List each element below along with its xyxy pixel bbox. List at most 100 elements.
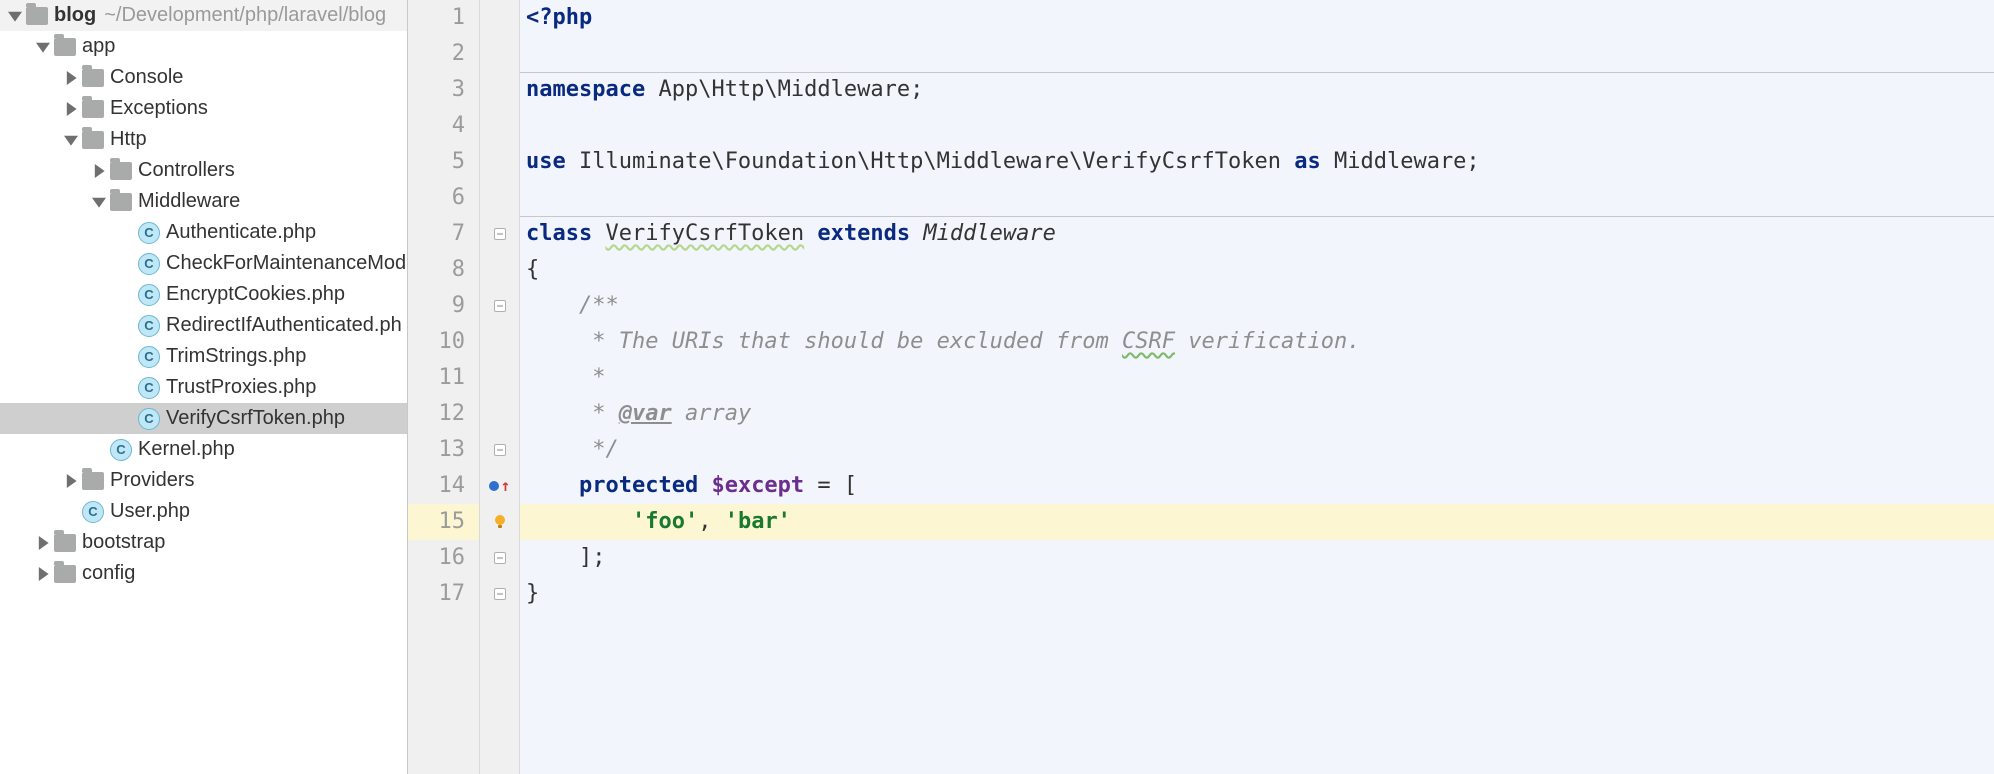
project-tree[interactable]: blog~/Development/php/laravel/blogappCon…	[0, 0, 408, 774]
line-number[interactable]: 1	[408, 0, 479, 36]
tree-folder[interactable]: Exceptions	[0, 93, 407, 124]
tree-file[interactable]: Kernel.php	[0, 434, 407, 465]
disclosure-triangle-icon	[120, 381, 134, 395]
code-line[interactable]: ];	[520, 540, 1994, 576]
code-line[interactable]: protected $except = [	[520, 468, 1994, 504]
tree-item-label: Providers	[110, 469, 194, 492]
line-number[interactable]: 2	[408, 36, 479, 72]
tree-file[interactable]: RedirectIfAuthenticated.ph	[0, 310, 407, 341]
tree-folder[interactable]: Controllers	[0, 155, 407, 186]
disclosure-triangle-icon	[120, 288, 134, 302]
line-number[interactable]: 5	[408, 144, 479, 180]
line-number[interactable]: 3	[408, 72, 479, 108]
fold-handle-icon[interactable]	[480, 216, 519, 252]
code-line[interactable]: *	[520, 360, 1994, 396]
fold-handle-icon[interactable]	[480, 288, 519, 324]
disclosure-triangle-icon[interactable]	[92, 164, 106, 178]
disclosure-triangle-icon[interactable]	[8, 9, 22, 23]
tree-file[interactable]: TrimStrings.php	[0, 341, 407, 372]
code-token: verification.	[1175, 329, 1360, 354]
tree-folder[interactable]: blog ~/Development/php/laravel/blog	[0, 0, 407, 31]
tree-file[interactable]: EncryptCookies.php	[0, 279, 407, 310]
tree-file[interactable]: CheckForMaintenanceMode	[0, 248, 407, 279]
tree-item-label: CheckForMaintenanceMode	[166, 252, 408, 275]
disclosure-triangle-icon[interactable]	[92, 195, 106, 209]
tree-file[interactable]: Authenticate.php	[0, 217, 407, 248]
code-area[interactable]: <?php namespace App\Http\Middleware; use I…	[520, 0, 1994, 774]
code-token: App\Http\Middleware;	[645, 77, 923, 102]
php-class-icon	[138, 253, 160, 275]
code-line[interactable]: use Illuminate\Foundation\Http\Middlewar…	[520, 144, 1994, 180]
code-line[interactable]: }	[520, 576, 1994, 612]
folder-icon	[82, 129, 104, 151]
php-class-icon	[138, 315, 160, 337]
line-number[interactable]: 14	[408, 468, 479, 504]
tree-file[interactable]: VerifyCsrfToken.php	[0, 403, 407, 434]
code-line[interactable]	[520, 108, 1994, 144]
disclosure-triangle-icon[interactable]	[64, 474, 78, 488]
tree-item-label: blog	[54, 4, 96, 27]
line-number[interactable]: 11	[408, 360, 479, 396]
line-number[interactable]: 16	[408, 540, 479, 576]
line-number[interactable]: 15	[408, 504, 479, 540]
code-line[interactable]	[520, 180, 1994, 216]
code-line[interactable]: * @var array	[520, 396, 1994, 432]
code-line[interactable]: class VerifyCsrfToken extends Middleware	[520, 216, 1994, 252]
intention-bulb-icon[interactable]	[480, 504, 519, 540]
code-token: CSRF	[1122, 329, 1175, 354]
code-token: $except	[711, 473, 804, 498]
code-line[interactable]: <?php	[520, 0, 1994, 36]
line-number[interactable]: 10	[408, 324, 479, 360]
code-line[interactable]: 'foo', 'bar'	[520, 504, 1994, 540]
line-number[interactable]: 13	[408, 432, 479, 468]
code-token: Illuminate\Foundation\Http\Middleware\Ve…	[566, 149, 1294, 174]
line-number-gutter[interactable]: 1234567891011121314151617	[408, 0, 480, 774]
code-line[interactable]: */	[520, 432, 1994, 468]
tree-file[interactable]: TrustProxies.php	[0, 372, 407, 403]
fold-handle-icon[interactable]	[480, 540, 519, 576]
tree-folder[interactable]: Providers	[0, 465, 407, 496]
php-class-icon	[138, 222, 160, 244]
disclosure-triangle-icon	[120, 319, 134, 333]
disclosure-triangle-icon[interactable]	[36, 40, 50, 54]
fold-handle-icon[interactable]	[480, 576, 519, 612]
tree-item-label: EncryptCookies.php	[166, 283, 345, 306]
folder-icon	[110, 160, 132, 182]
tree-folder[interactable]: Middleware	[0, 186, 407, 217]
disclosure-triangle-icon	[120, 257, 134, 271]
tree-folder[interactable]: Console	[0, 62, 407, 93]
line-number[interactable]: 7	[408, 216, 479, 252]
line-number[interactable]: 4	[408, 108, 479, 144]
disclosure-triangle-icon[interactable]	[64, 102, 78, 116]
method-separator	[520, 72, 1994, 73]
code-editor[interactable]: 1234567891011121314151617 ↑ <?phpnamespa…	[408, 0, 1994, 774]
tree-item-label: RedirectIfAuthenticated.ph	[166, 314, 402, 337]
code-line[interactable]: /**	[520, 288, 1994, 324]
disclosure-triangle-icon[interactable]	[36, 567, 50, 581]
fold-handle-icon[interactable]	[480, 432, 519, 468]
disclosure-triangle-icon	[92, 443, 106, 457]
tree-root-path: ~/Development/php/laravel/blog	[104, 4, 386, 27]
code-token: ];	[526, 545, 605, 570]
disclosure-triangle-icon[interactable]	[36, 536, 50, 550]
code-line[interactable]: {	[520, 252, 1994, 288]
code-line[interactable]: namespace App\Http\Middleware;	[520, 72, 1994, 108]
tree-folder[interactable]: bootstrap	[0, 527, 407, 558]
gutter-marks[interactable]: ↑	[480, 0, 520, 774]
tree-file[interactable]: User.php	[0, 496, 407, 527]
override-marker-icon[interactable]: ↑	[480, 468, 519, 504]
tree-folder[interactable]: app	[0, 31, 407, 62]
line-number[interactable]: 17	[408, 576, 479, 612]
line-number[interactable]: 6	[408, 180, 479, 216]
line-number[interactable]: 12	[408, 396, 479, 432]
tree-item-label: Exceptions	[110, 97, 208, 120]
code-token: Middleware;	[1321, 149, 1480, 174]
code-line[interactable]: * The URIs that should be excluded from …	[520, 324, 1994, 360]
line-number[interactable]: 8	[408, 252, 479, 288]
line-number[interactable]: 9	[408, 288, 479, 324]
tree-folder[interactable]: config	[0, 558, 407, 589]
tree-folder[interactable]: Http	[0, 124, 407, 155]
disclosure-triangle-icon[interactable]	[64, 133, 78, 147]
code-line[interactable]	[520, 36, 1994, 72]
disclosure-triangle-icon[interactable]	[64, 71, 78, 85]
